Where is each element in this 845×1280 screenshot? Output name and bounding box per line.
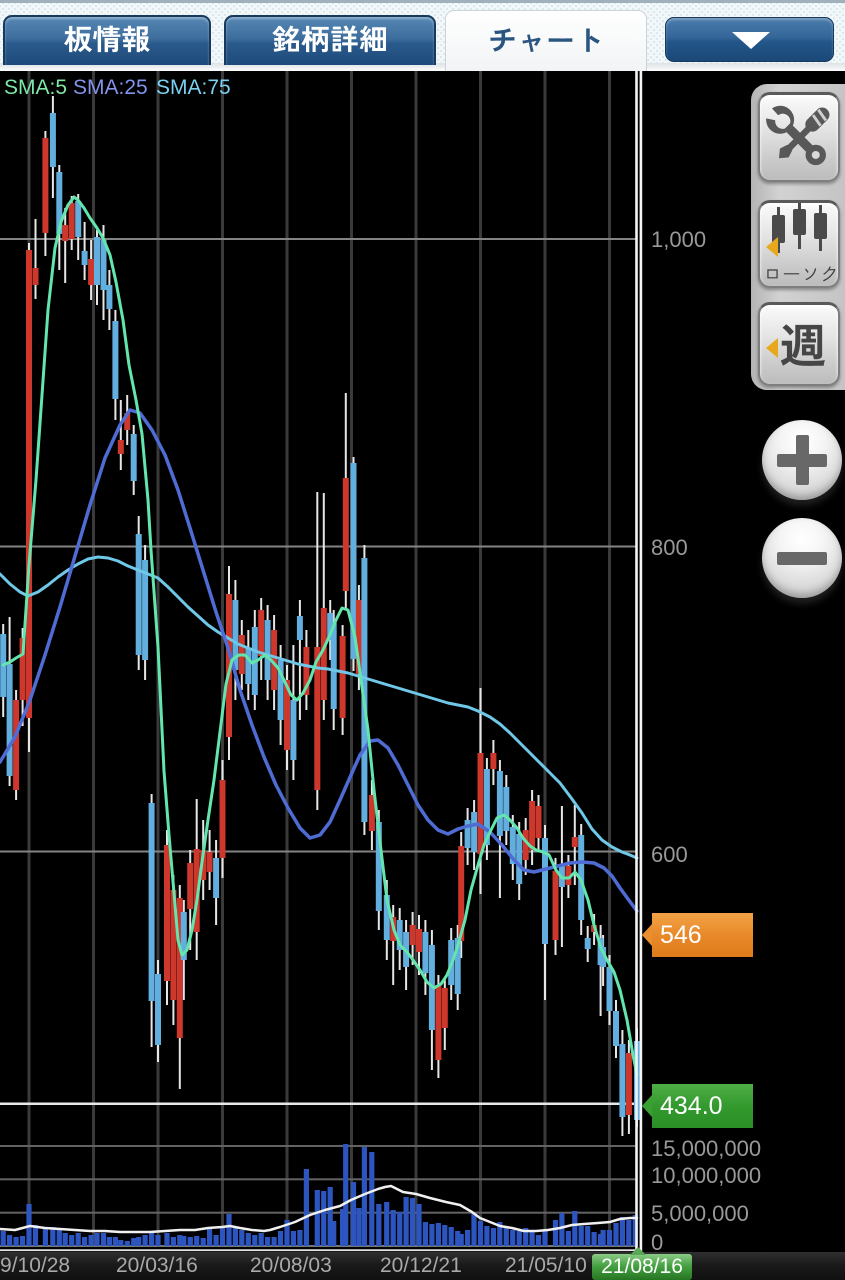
- svg-text:SMA:75: SMA:75: [156, 76, 231, 99]
- svg-text:SMA:5: SMA:5: [4, 76, 67, 99]
- svg-text:15,000,000: 15,000,000: [651, 1136, 761, 1161]
- svg-text:SMA:25: SMA:25: [73, 76, 148, 99]
- svg-text:800: 800: [651, 535, 688, 560]
- svg-text:10,000,000: 10,000,000: [651, 1163, 761, 1188]
- svg-text:5,000,000: 5,000,000: [651, 1201, 749, 1226]
- svg-text:1,000: 1,000: [651, 227, 706, 252]
- svg-text:600: 600: [651, 842, 688, 867]
